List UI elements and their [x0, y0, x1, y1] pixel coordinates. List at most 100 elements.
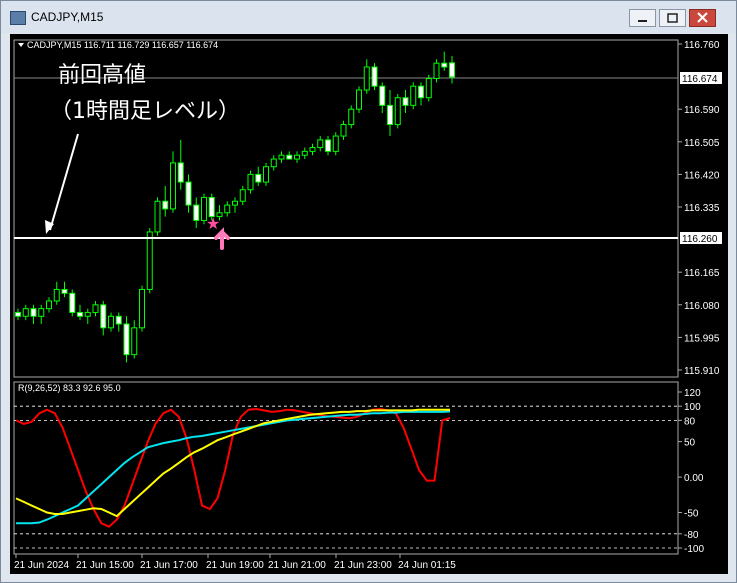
window-title: CADJPY,M15	[31, 10, 104, 24]
minimize-button[interactable]	[629, 9, 656, 27]
maximize-button[interactable]	[659, 9, 686, 27]
candle-body	[425, 78, 432, 99]
candle-body	[185, 181, 192, 206]
candle-body	[46, 300, 52, 310]
price-tick-label: 116.080	[684, 301, 720, 312]
candle-body	[441, 62, 448, 68]
candle-body	[239, 189, 246, 202]
candle-body	[348, 108, 355, 126]
candle-body	[84, 311, 91, 317]
indicator-tick-label: 0.00	[684, 473, 704, 484]
maximize-icon	[667, 13, 678, 23]
candle-body	[301, 150, 308, 156]
candle-body	[92, 304, 99, 313]
price-tick-label: 116.760	[684, 40, 720, 51]
indicator-tick-label: 80	[684, 416, 696, 427]
symbol-header: CADJPY,M15 116.711 116.729 116.657 116.6…	[27, 40, 218, 50]
star-marker-icon: ★	[206, 214, 220, 233]
chart-window-icon	[10, 11, 26, 25]
indicator-tick-label: 100	[684, 402, 701, 413]
time-axis-label: 21 Jun 19:00	[206, 560, 264, 571]
time-axis-label: 21 Jun 2024	[14, 560, 69, 571]
candle-body	[154, 200, 161, 233]
annotation-subtitle: （1時間足レベル）	[50, 99, 240, 124]
indicator-header: R(9,26,52) 83.3 92.6 95.0	[18, 383, 121, 393]
candle-body	[146, 231, 153, 290]
candle-body	[340, 124, 347, 137]
title-bar[interactable]: CADJPY,M15	[1, 1, 736, 33]
candle-body	[418, 85, 424, 99]
indicator-series-line	[16, 410, 451, 525]
annotation-arrow-shaft	[49, 133, 79, 231]
candle-body	[193, 204, 200, 221]
price-tick-label: 116.335	[684, 203, 720, 214]
minimize-icon	[638, 20, 647, 22]
candle-body	[402, 97, 409, 106]
candle-body	[255, 173, 262, 183]
candle-body	[332, 135, 339, 152]
time-axis-label: 21 Jun 23:00	[334, 560, 392, 571]
indicator-series-line	[15, 407, 451, 528]
annotation-title: 前回高値	[58, 63, 146, 88]
candle-body	[69, 292, 76, 313]
candle-body	[77, 311, 83, 317]
candle-body	[131, 327, 138, 356]
candle-body	[449, 62, 455, 78]
candle-body	[394, 97, 401, 126]
candle-body	[61, 288, 68, 294]
indicator-tick-label: 50	[684, 438, 696, 449]
price-tick-label: 115.910	[684, 366, 720, 377]
time-axis-label: 21 Jun 15:00	[76, 560, 134, 571]
candle-body	[123, 323, 130, 356]
close-button[interactable]	[689, 9, 716, 27]
level-price-label: 116.260	[682, 234, 718, 245]
candle-body	[224, 204, 231, 214]
candle-body	[139, 288, 145, 329]
time-axis-label: 21 Jun 21:00	[268, 560, 326, 571]
candle-body	[115, 315, 122, 325]
time-axis-label: 24 Jun 01:15	[398, 560, 456, 571]
candle-body	[170, 162, 176, 210]
indicator-tick-label: -80	[684, 530, 699, 541]
indicator-series-line	[15, 408, 450, 518]
chart-window: CADJPY,M15 CADJPY,M15 116.711 116.729 11…	[0, 0, 737, 583]
candle-body	[38, 308, 45, 317]
symbol-menu-arrow-icon	[18, 43, 24, 47]
candle-body	[108, 315, 114, 329]
candle-body	[232, 200, 238, 206]
indicator-tick-label: 120	[684, 388, 701, 399]
candle-body	[433, 62, 440, 80]
candle-body	[410, 85, 417, 106]
price-tick-label: 116.590	[684, 105, 720, 116]
time-axis-label: 21 Jun 17:00	[140, 560, 198, 571]
candle-body	[294, 154, 300, 160]
candle-body	[278, 154, 285, 160]
candle-body	[371, 66, 378, 87]
pink-up-arrow-icon	[214, 227, 230, 250]
indicator-pane-frame	[13, 381, 679, 555]
price-tick-label: 115.995	[684, 333, 720, 344]
chart-canvas[interactable]: CADJPY,M15 116.711 116.729 116.657 116.6…	[10, 34, 728, 574]
chart-area[interactable]: CADJPY,M15 116.711 116.729 116.657 116.6…	[10, 34, 728, 574]
candle-body	[379, 85, 386, 106]
price-tick-label: 116.420	[684, 170, 720, 181]
price-tick-label: 116.165	[684, 268, 720, 279]
candle-body	[100, 304, 107, 329]
candle-body	[247, 173, 254, 191]
price-tick-label: 116.505	[684, 138, 720, 149]
candle-body	[325, 139, 331, 152]
candle-body	[309, 147, 316, 152]
candle-body	[15, 311, 21, 317]
candle-body	[356, 89, 362, 110]
indicator-tick-label: -100	[684, 544, 704, 555]
candle-body	[22, 308, 29, 317]
current-price-label: 116.674	[682, 74, 718, 85]
candle-body	[270, 158, 277, 168]
candle-body	[387, 104, 393, 126]
close-icon	[697, 12, 708, 23]
candle-body	[53, 288, 60, 302]
indicator-tick-label: -50	[684, 509, 699, 520]
candle-body	[317, 139, 324, 149]
candle-body	[162, 200, 169, 210]
candle-body	[177, 162, 184, 183]
